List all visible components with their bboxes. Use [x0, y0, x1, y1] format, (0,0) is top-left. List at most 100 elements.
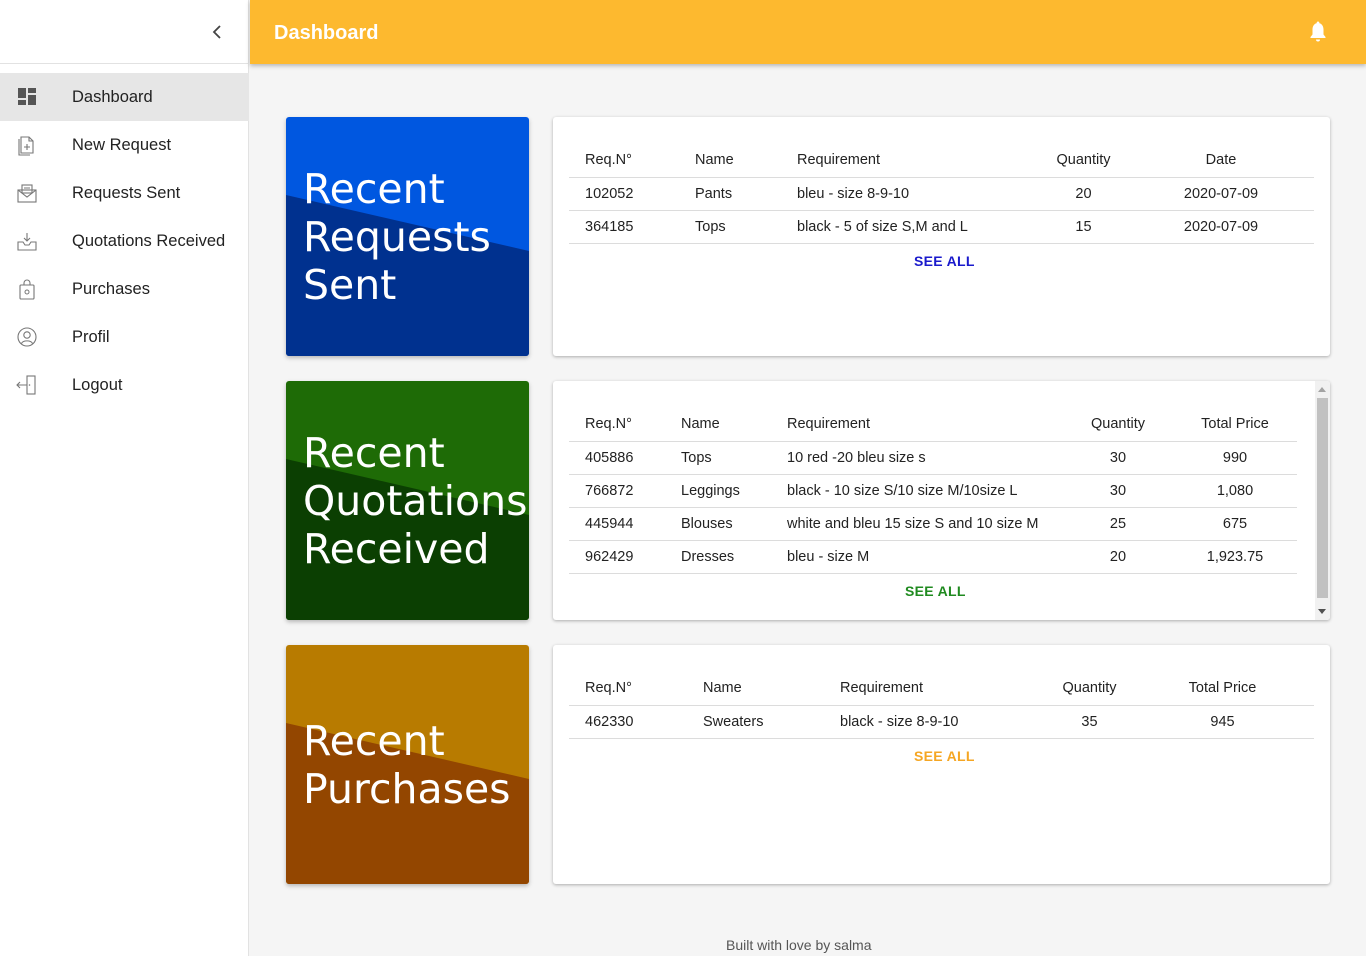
table-row[interactable]: 962429 Dresses bleu - size M 20 1,923.75: [569, 540, 1297, 574]
banner-title-line: Quotations: [303, 477, 528, 525]
card-scrollbar[interactable]: [1315, 381, 1330, 620]
table-cell: black - 10 size S/10 size M/10size L: [771, 474, 1063, 508]
see-all-requests-link[interactable]: SEE ALL: [914, 253, 975, 269]
recent-requests-card: Req.N° Name Requirement Quantity Date 10…: [553, 117, 1330, 356]
notifications-button[interactable]: [1308, 21, 1328, 43]
sidebar-item-label: Dashboard: [72, 88, 153, 106]
table-cell: 445944: [569, 507, 665, 541]
column-header: Req.N°: [569, 396, 665, 442]
sidebar-item-label: Profil: [72, 328, 110, 346]
table-cell: Leggings: [665, 474, 771, 508]
quotations-table: Req.N° Name Requirement Quantity Total P…: [569, 396, 1297, 574]
banner-title-line: Sent: [303, 261, 397, 309]
table-cell: white and bleu 15 size S and 10 size M: [771, 507, 1063, 541]
column-header: Name: [665, 396, 771, 442]
table-cell: 35: [1048, 705, 1131, 739]
table-cell: 1,080: [1173, 474, 1297, 508]
table-row[interactable]: 462330 Sweaters black - size 8-9-10 35 9…: [569, 705, 1314, 739]
column-header: Quantity: [1048, 660, 1131, 706]
column-header: Total Price: [1131, 660, 1314, 706]
recent-quotations-card: Req.N° Name Requirement Quantity Total P…: [553, 381, 1330, 620]
table-cell: 20: [1063, 540, 1173, 574]
table-cell: 990: [1173, 441, 1297, 475]
table-cell: 20: [1039, 177, 1128, 211]
sidebar-item-label: New Request: [72, 136, 172, 154]
see-all-purchases-link[interactable]: SEE ALL: [914, 748, 975, 764]
user-circle-icon: [15, 326, 39, 348]
table-cell: 364185: [569, 210, 679, 244]
banner-title-line: Requests: [303, 213, 491, 261]
envelope-sent-icon: [15, 182, 39, 204]
recent-requests-banner[interactable]: Recent Requests Sent: [286, 117, 529, 356]
sidebar: Dashboard New Request Requests Sent Quot…: [0, 0, 249, 956]
table-cell: bleu - size M: [771, 540, 1063, 574]
table-cell: 2020-07-09: [1128, 177, 1314, 211]
table-cell: 15: [1039, 210, 1128, 244]
scrollbar-thumb[interactable]: [1317, 398, 1328, 598]
table-cell: 945: [1131, 705, 1314, 739]
footer-credit: Built with love by salma: [726, 937, 872, 953]
banner-title-line: Recent: [303, 165, 445, 213]
table-cell: 102052: [569, 177, 679, 211]
scroll-down-arrow[interactable]: [1318, 609, 1326, 614]
sidebar-item-purchases[interactable]: Purchases: [0, 265, 249, 313]
table-cell: Tops: [679, 210, 781, 244]
see-all-quotations-link[interactable]: SEE ALL: [905, 583, 966, 599]
sidebar-item-logout[interactable]: Logout: [0, 361, 249, 409]
table-cell: 25: [1063, 507, 1173, 541]
column-header: Req.N°: [569, 660, 687, 706]
purchases-table: Req.N° Name Requirement Quantity Total P…: [569, 660, 1314, 739]
sidebar-item-label: Quotations Received: [72, 232, 226, 250]
table-row[interactable]: 102052 Pants bleu - size 8-9-10 20 2020-…: [569, 177, 1314, 211]
recent-purchases-banner[interactable]: Recent Purchases: [286, 645, 529, 884]
table-cell: 462330: [569, 705, 687, 739]
table-cell: 10 red -20 bleu size s: [771, 441, 1063, 475]
table-row[interactable]: 364185 Tops black - 5 of size S,M and L …: [569, 210, 1314, 244]
sidebar-item-profil[interactable]: Profil: [0, 313, 249, 361]
table-row[interactable]: 405886 Tops 10 red -20 bleu size s 30 99…: [569, 441, 1297, 475]
table-cell: 30: [1063, 474, 1173, 508]
table-cell: Blouses: [665, 507, 771, 541]
column-header: Total Price: [1173, 396, 1297, 442]
table-row[interactable]: 445944 Blouses white and bleu 15 size S …: [569, 507, 1297, 541]
table-header-row: Req.N° Name Requirement Quantity Total P…: [569, 660, 1314, 706]
banner-title-line: Recent: [303, 717, 445, 765]
column-header: Quantity: [1039, 132, 1128, 178]
table-header-row: Req.N° Name Requirement Quantity Date: [569, 132, 1314, 178]
table-cell: 962429: [569, 540, 665, 574]
sidebar-item-label: Requests Sent: [72, 184, 181, 202]
table-row[interactable]: 766872 Leggings black - 10 size S/10 siz…: [569, 474, 1297, 508]
sidebar-menu: Dashboard New Request Requests Sent Quot…: [0, 73, 249, 409]
column-header: Name: [679, 132, 781, 178]
chevron-left-icon: [212, 25, 221, 39]
table-cell: 1,923.75: [1173, 540, 1297, 574]
table-cell: 405886: [569, 441, 665, 475]
requests-table: Req.N° Name Requirement Quantity Date 10…: [569, 132, 1314, 244]
table-cell: 2020-07-09: [1128, 210, 1314, 244]
sidebar-item-label: Logout: [72, 376, 123, 394]
sidebar-item-new-request[interactable]: New Request: [0, 121, 249, 169]
logout-icon: [15, 374, 39, 396]
sidebar-item-dashboard[interactable]: Dashboard: [0, 73, 249, 121]
column-header: Quantity: [1063, 396, 1173, 442]
shopping-bag-icon: [15, 278, 39, 300]
recent-purchases-card: Req.N° Name Requirement Quantity Total P…: [553, 645, 1330, 884]
table-cell: Tops: [665, 441, 771, 475]
table-cell: 30: [1063, 441, 1173, 475]
recent-quotations-banner[interactable]: Recent Quotations Received: [286, 381, 529, 620]
sidebar-item-quotations-received[interactable]: Quotations Received: [0, 217, 249, 265]
banner-title-line: Received: [303, 525, 490, 573]
column-header: Name: [687, 660, 824, 706]
inbox-icon: [15, 230, 39, 252]
table-cell: black - 5 of size S,M and L: [781, 210, 1039, 244]
column-header: Requirement: [781, 132, 1039, 178]
scroll-up-arrow[interactable]: [1318, 387, 1326, 392]
banner-title-line: Recent: [303, 429, 445, 477]
app-header: Dashboard: [250, 0, 1366, 64]
collapse-sidebar-button[interactable]: [206, 20, 228, 44]
banner-title-line: Purchases: [303, 765, 511, 813]
sidebar-item-requests-sent[interactable]: Requests Sent: [0, 169, 249, 217]
table-cell: black - size 8-9-10: [824, 705, 1048, 739]
new-document-icon: [15, 134, 39, 156]
column-header: Requirement: [771, 396, 1063, 442]
